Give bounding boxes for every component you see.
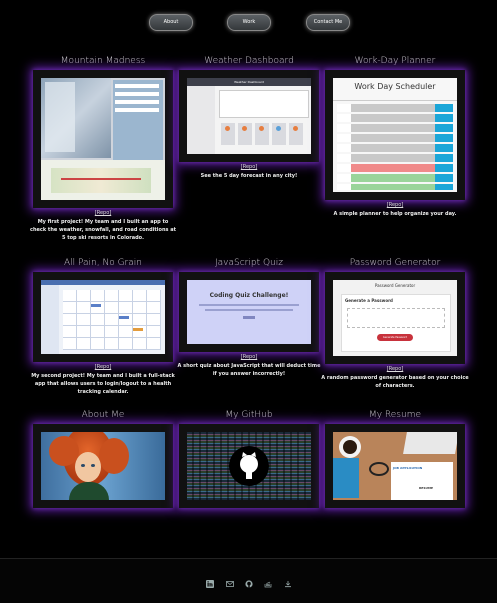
about-me-image-frame[interactable] [33, 424, 173, 508]
password-button: Generate Password [377, 334, 413, 341]
project-card-work-day-planner: Work-Day Planner Work Day Scheduler [Rep… [321, 56, 469, 256]
about-me-image [41, 432, 165, 500]
project-screenshot: Password Generator Generate a Password G… [333, 280, 457, 356]
resume-doc-label: JOB APPLICATION [393, 466, 423, 470]
github-logo-icon [229, 446, 269, 486]
repo-link[interactable]: [Repo] [321, 202, 469, 208]
footer [0, 558, 497, 603]
github-icon[interactable] [245, 573, 253, 588]
project-description: A short quiz about JavaScript that will … [177, 363, 321, 377]
password-header: Password Generator [374, 283, 416, 288]
project-title: All Pain, No Grain [64, 258, 142, 268]
linkedin-icon[interactable] [206, 573, 214, 588]
resume-image-frame[interactable]: JOB APPLICATION RESUME [325, 424, 465, 508]
project-card-weather-dashboard: Weather Dashboard Weather Dashboard [Rep… [175, 56, 323, 256]
project-description: A simple planner to help organize your d… [333, 211, 457, 217]
project-title: Weather Dashboard [204, 56, 294, 66]
project-screenshot-frame[interactable]: Password Generator Generate a Password G… [325, 272, 465, 364]
project-card-all-pain-no-grain: All Pain, No Grain [Repo] My second proj… [29, 258, 177, 408]
resume-image: JOB APPLICATION RESUME [333, 432, 457, 500]
project-screenshot: Work Day Scheduler [333, 78, 457, 192]
project-screenshot-frame[interactable]: Coding Quiz Challenge! [179, 272, 319, 352]
repo-link[interactable]: [Repo] [29, 364, 177, 370]
repo-link[interactable]: [Repo] [321, 366, 469, 372]
resume-card: My Resume JOB APPLICATION RESUME [321, 410, 469, 510]
planner-header: Work Day Scheduler [354, 82, 436, 91]
top-nav: About Work Contact Me [0, 14, 497, 31]
download-icon[interactable] [284, 573, 292, 588]
project-title: Work-Day Planner [354, 56, 436, 66]
repo-link[interactable]: [Repo] [29, 210, 177, 216]
nav-contact-button[interactable]: Contact Me [306, 14, 350, 31]
project-screenshot-frame[interactable]: Weather Dashboard [179, 70, 319, 162]
github-card: My GitHub [175, 410, 323, 510]
email-icon[interactable] [226, 573, 234, 587]
project-description: My second project! My team and I built a… [31, 373, 175, 395]
project-screenshot-frame[interactable]: Work Day Scheduler [325, 70, 465, 200]
project-card-javascript-quiz: JavaScript Quiz Coding Quiz Challenge! [… [175, 258, 323, 408]
repo-link[interactable]: [Repo] [175, 164, 323, 170]
nav-work-button[interactable]: Work [227, 14, 271, 31]
nav-about-button[interactable]: About [149, 14, 193, 31]
project-description: See the 5 day forecast in any city! [200, 173, 298, 179]
project-screenshot [41, 280, 165, 354]
project-screenshot: Coding Quiz Challenge! [187, 280, 311, 344]
project-screenshot-frame[interactable] [33, 70, 173, 208]
project-screenshot [41, 78, 165, 200]
password-label: Generate a Password [345, 298, 393, 303]
project-screenshot: Weather Dashboard [187, 78, 311, 154]
project-title: JavaScript Quiz [215, 258, 283, 268]
project-title: Password Generator [349, 258, 441, 268]
stack-icon[interactable] [264, 573, 272, 588]
project-card-mountain-madness: Mountain Madness [Repo] My first project… [29, 56, 177, 256]
weather-header: Weather Dashboard [187, 78, 311, 86]
github-image [187, 432, 311, 500]
card-title: About Me [81, 410, 125, 420]
project-description: A random password generator based on you… [321, 375, 469, 389]
github-image-frame[interactable] [179, 424, 319, 508]
repo-link[interactable]: [Repo] [175, 354, 323, 360]
card-title: My Resume [368, 410, 422, 420]
project-screenshot-frame[interactable] [33, 272, 173, 362]
quiz-header: Coding Quiz Challenge! [209, 292, 289, 299]
resume-doc-label-2: RESUME [419, 486, 433, 490]
about-me-card: About Me [29, 410, 177, 510]
card-title: My GitHub [225, 410, 273, 420]
project-card-password-generator: Password Generator Password Generator Ge… [321, 258, 469, 408]
project-title: Mountain Madness [60, 56, 146, 66]
project-description: My first project! My team and I built an… [29, 219, 176, 241]
